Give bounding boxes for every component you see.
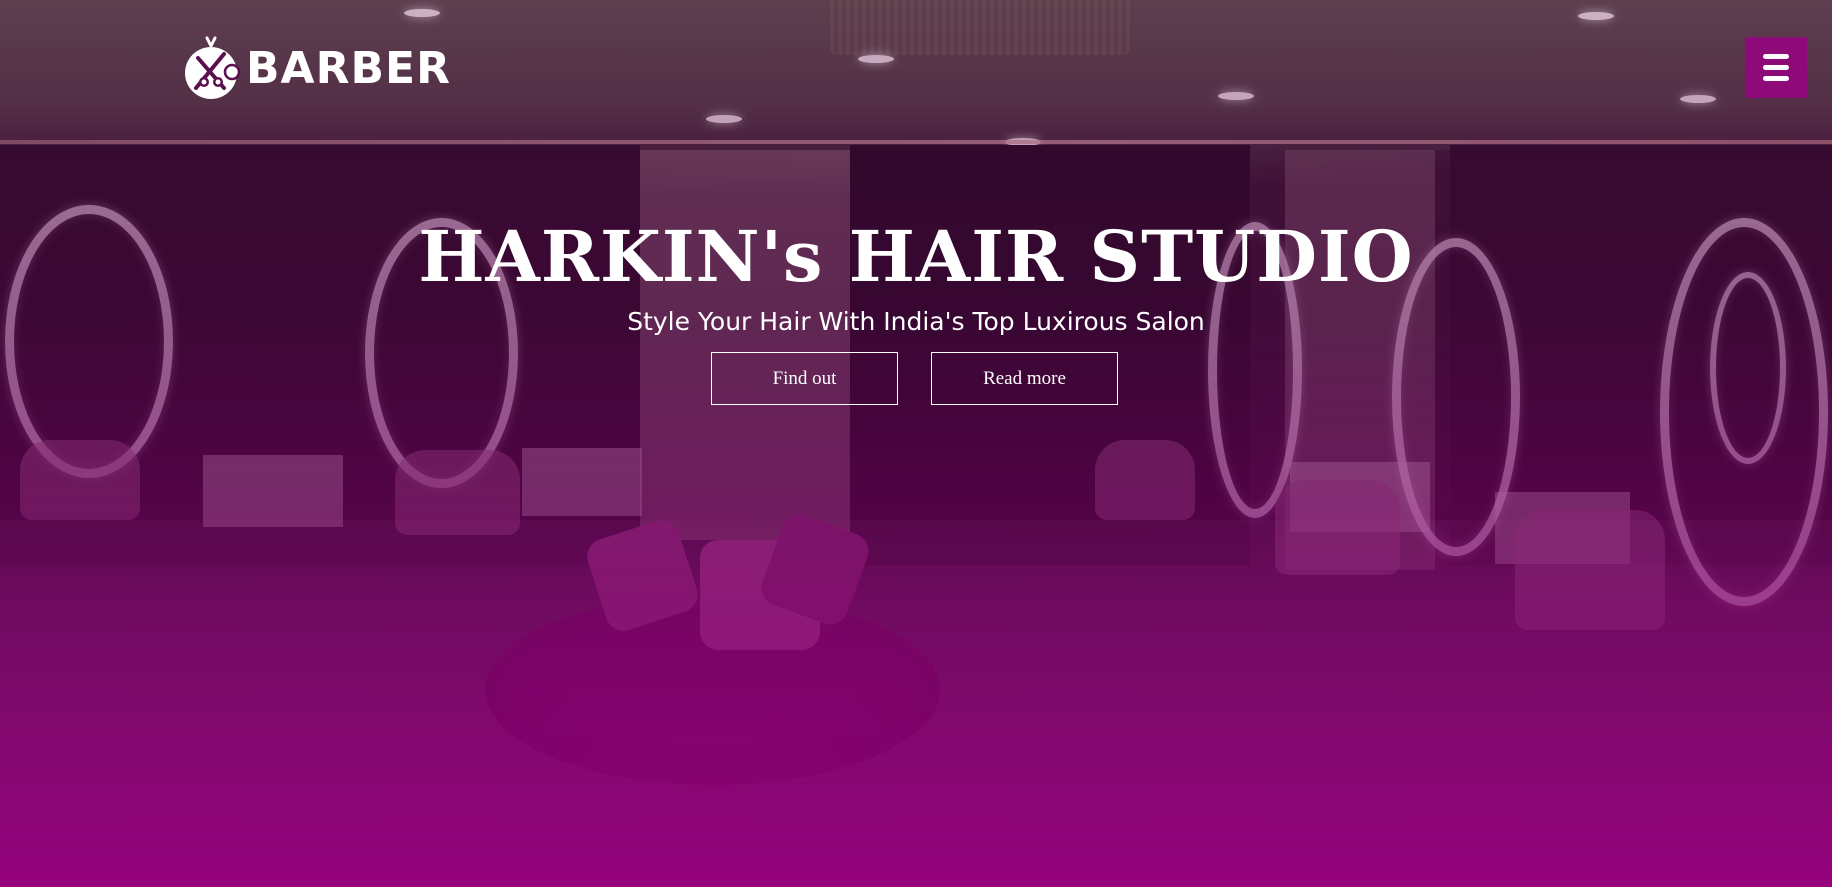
menu-button[interactable] — [1745, 37, 1807, 98]
brand-logo[interactable]: BARBER — [184, 36, 451, 102]
hero-subtitle: Style Your Hair With India's Top Luxirou… — [627, 307, 1205, 336]
logo-text: BARBER — [246, 43, 451, 94]
hero-title: HARKIN's HAIR STUDIO — [418, 215, 1414, 298]
read-more-button[interactable]: Read more — [931, 352, 1118, 405]
hamburger-menu-icon — [1763, 54, 1789, 59]
find-out-button[interactable]: Find out — [711, 352, 898, 405]
hamburger-menu-icon — [1763, 65, 1789, 70]
purple-gradient-overlay — [0, 0, 1832, 887]
hero-section: BARBER HARKIN's HAIR STUDIO Style Your H… — [0, 0, 1832, 887]
scissors-comb-icon — [185, 36, 241, 99]
hamburger-menu-icon — [1763, 76, 1789, 81]
